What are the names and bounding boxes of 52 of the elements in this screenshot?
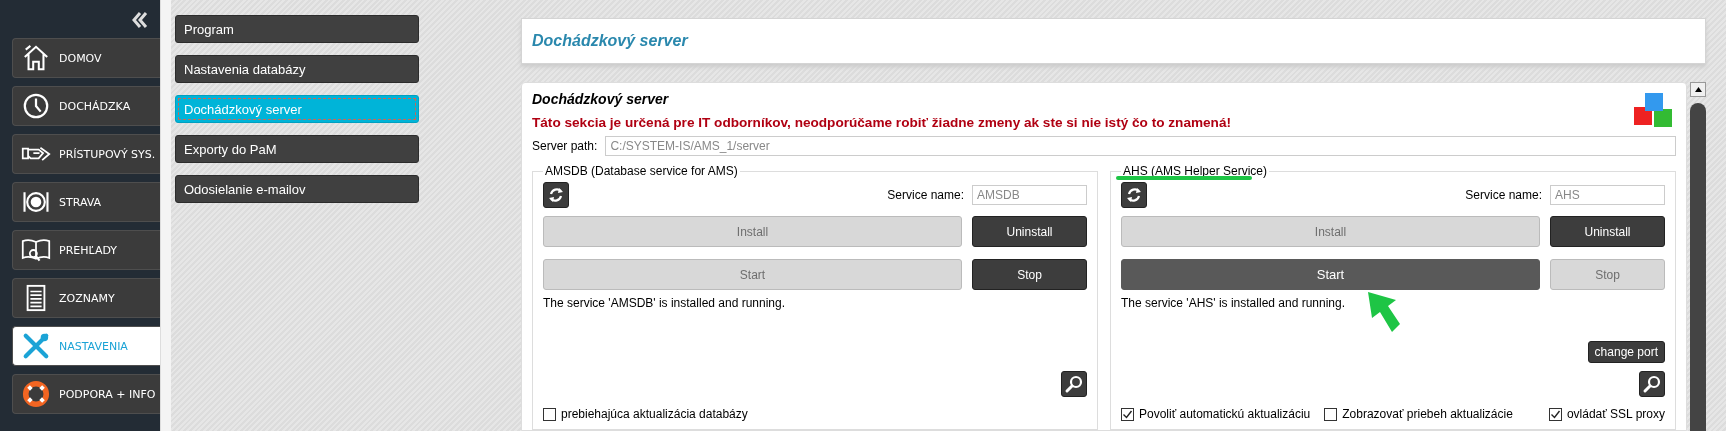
scrollbar[interactable] xyxy=(1690,82,1706,431)
group-legend: AHS (AMS Helper Service) xyxy=(1121,164,1270,178)
checkbox[interactable] xyxy=(543,407,556,421)
page-title: Dochádzkový server xyxy=(532,32,688,50)
lifebuoy-icon xyxy=(21,380,51,408)
group-legend: AMSDB (Database service for AMS) xyxy=(543,164,740,178)
sidebar-item[interactable]: PREHĽADY xyxy=(12,230,160,270)
section-title: Dochádzkový server xyxy=(532,91,670,107)
field-label: Service name: xyxy=(1465,188,1542,202)
checkbox[interactable] xyxy=(1121,407,1134,421)
service-name-field[interactable]: AHS xyxy=(1550,185,1665,205)
service-button[interactable]: Uninstall xyxy=(972,216,1087,247)
change-port-button[interactable]: change port xyxy=(1587,341,1665,363)
search-icon xyxy=(1642,374,1662,394)
service-button[interactable]: Uninstall xyxy=(1550,216,1665,247)
server-path-field[interactable]: C:/SYSTEM-IS/AMS_1/server xyxy=(605,136,1676,156)
search-icon xyxy=(1064,374,1084,394)
sidebar-item[interactable]: STRAVA xyxy=(12,182,160,222)
wrench-icon xyxy=(21,332,51,360)
warning-text: Táto sekcia je určená pre IT odborníkov, neodporúčame robiť žiadne zmeny ak ste si nie istý čo to znamená! xyxy=(532,115,1232,130)
status-text: The service 'AMSDB' is installed and running. xyxy=(543,296,787,310)
service-button[interactable]: Stop xyxy=(972,259,1087,290)
checkbox[interactable] xyxy=(1324,407,1338,421)
submenu-item[interactable]: Nastavenia databázy xyxy=(175,55,419,83)
sidebar-item[interactable]: PODPORA + INFO xyxy=(12,374,160,414)
sidebar-item[interactable]: ZOZNAMY xyxy=(12,278,160,318)
checkbox[interactable] xyxy=(1548,407,1562,421)
sidebar-item[interactable]: DOMOV xyxy=(12,38,160,78)
arrow-icon xyxy=(1366,290,1402,334)
field-label: Service name: xyxy=(887,188,964,202)
refresh-button[interactable] xyxy=(543,182,569,208)
book-icon xyxy=(21,236,51,264)
clock-icon xyxy=(21,92,51,120)
checkbox-label: prebiehajúca aktualizácia databázy xyxy=(561,407,748,421)
checkbox-label: ovládať SSL proxy xyxy=(1566,407,1665,421)
checkbox-label: Povoliť automatickú aktualizáciu xyxy=(1139,407,1311,421)
search-button[interactable] xyxy=(1639,371,1665,397)
scroll-up-icon[interactable] xyxy=(1690,82,1706,97)
submenu-item[interactable]: Exporty do PaM xyxy=(175,135,419,163)
collapse-icon[interactable] xyxy=(130,10,150,30)
house-icon xyxy=(21,44,51,72)
service-button[interactable]: Start xyxy=(1121,259,1540,290)
submenu-item[interactable]: Odosielanie e-mailov xyxy=(175,175,419,203)
service-name-field[interactable]: AMSDB xyxy=(972,185,1087,205)
checkbox-label: Zobrazovať priebeh aktualizácie xyxy=(1342,407,1513,421)
field-label: Server path: xyxy=(532,139,598,153)
refresh-button[interactable] xyxy=(1121,182,1147,208)
status-text: The service 'AHS' is installed and running. xyxy=(1121,296,1347,310)
sidebar-item[interactable]: DOCHÁDZKA xyxy=(12,86,160,126)
submenu-item[interactable]: Program xyxy=(175,15,419,43)
sidebar-item[interactable]: PRÍSTUPOVÝ SYS. xyxy=(12,134,160,174)
search-button[interactable] xyxy=(1061,371,1087,397)
